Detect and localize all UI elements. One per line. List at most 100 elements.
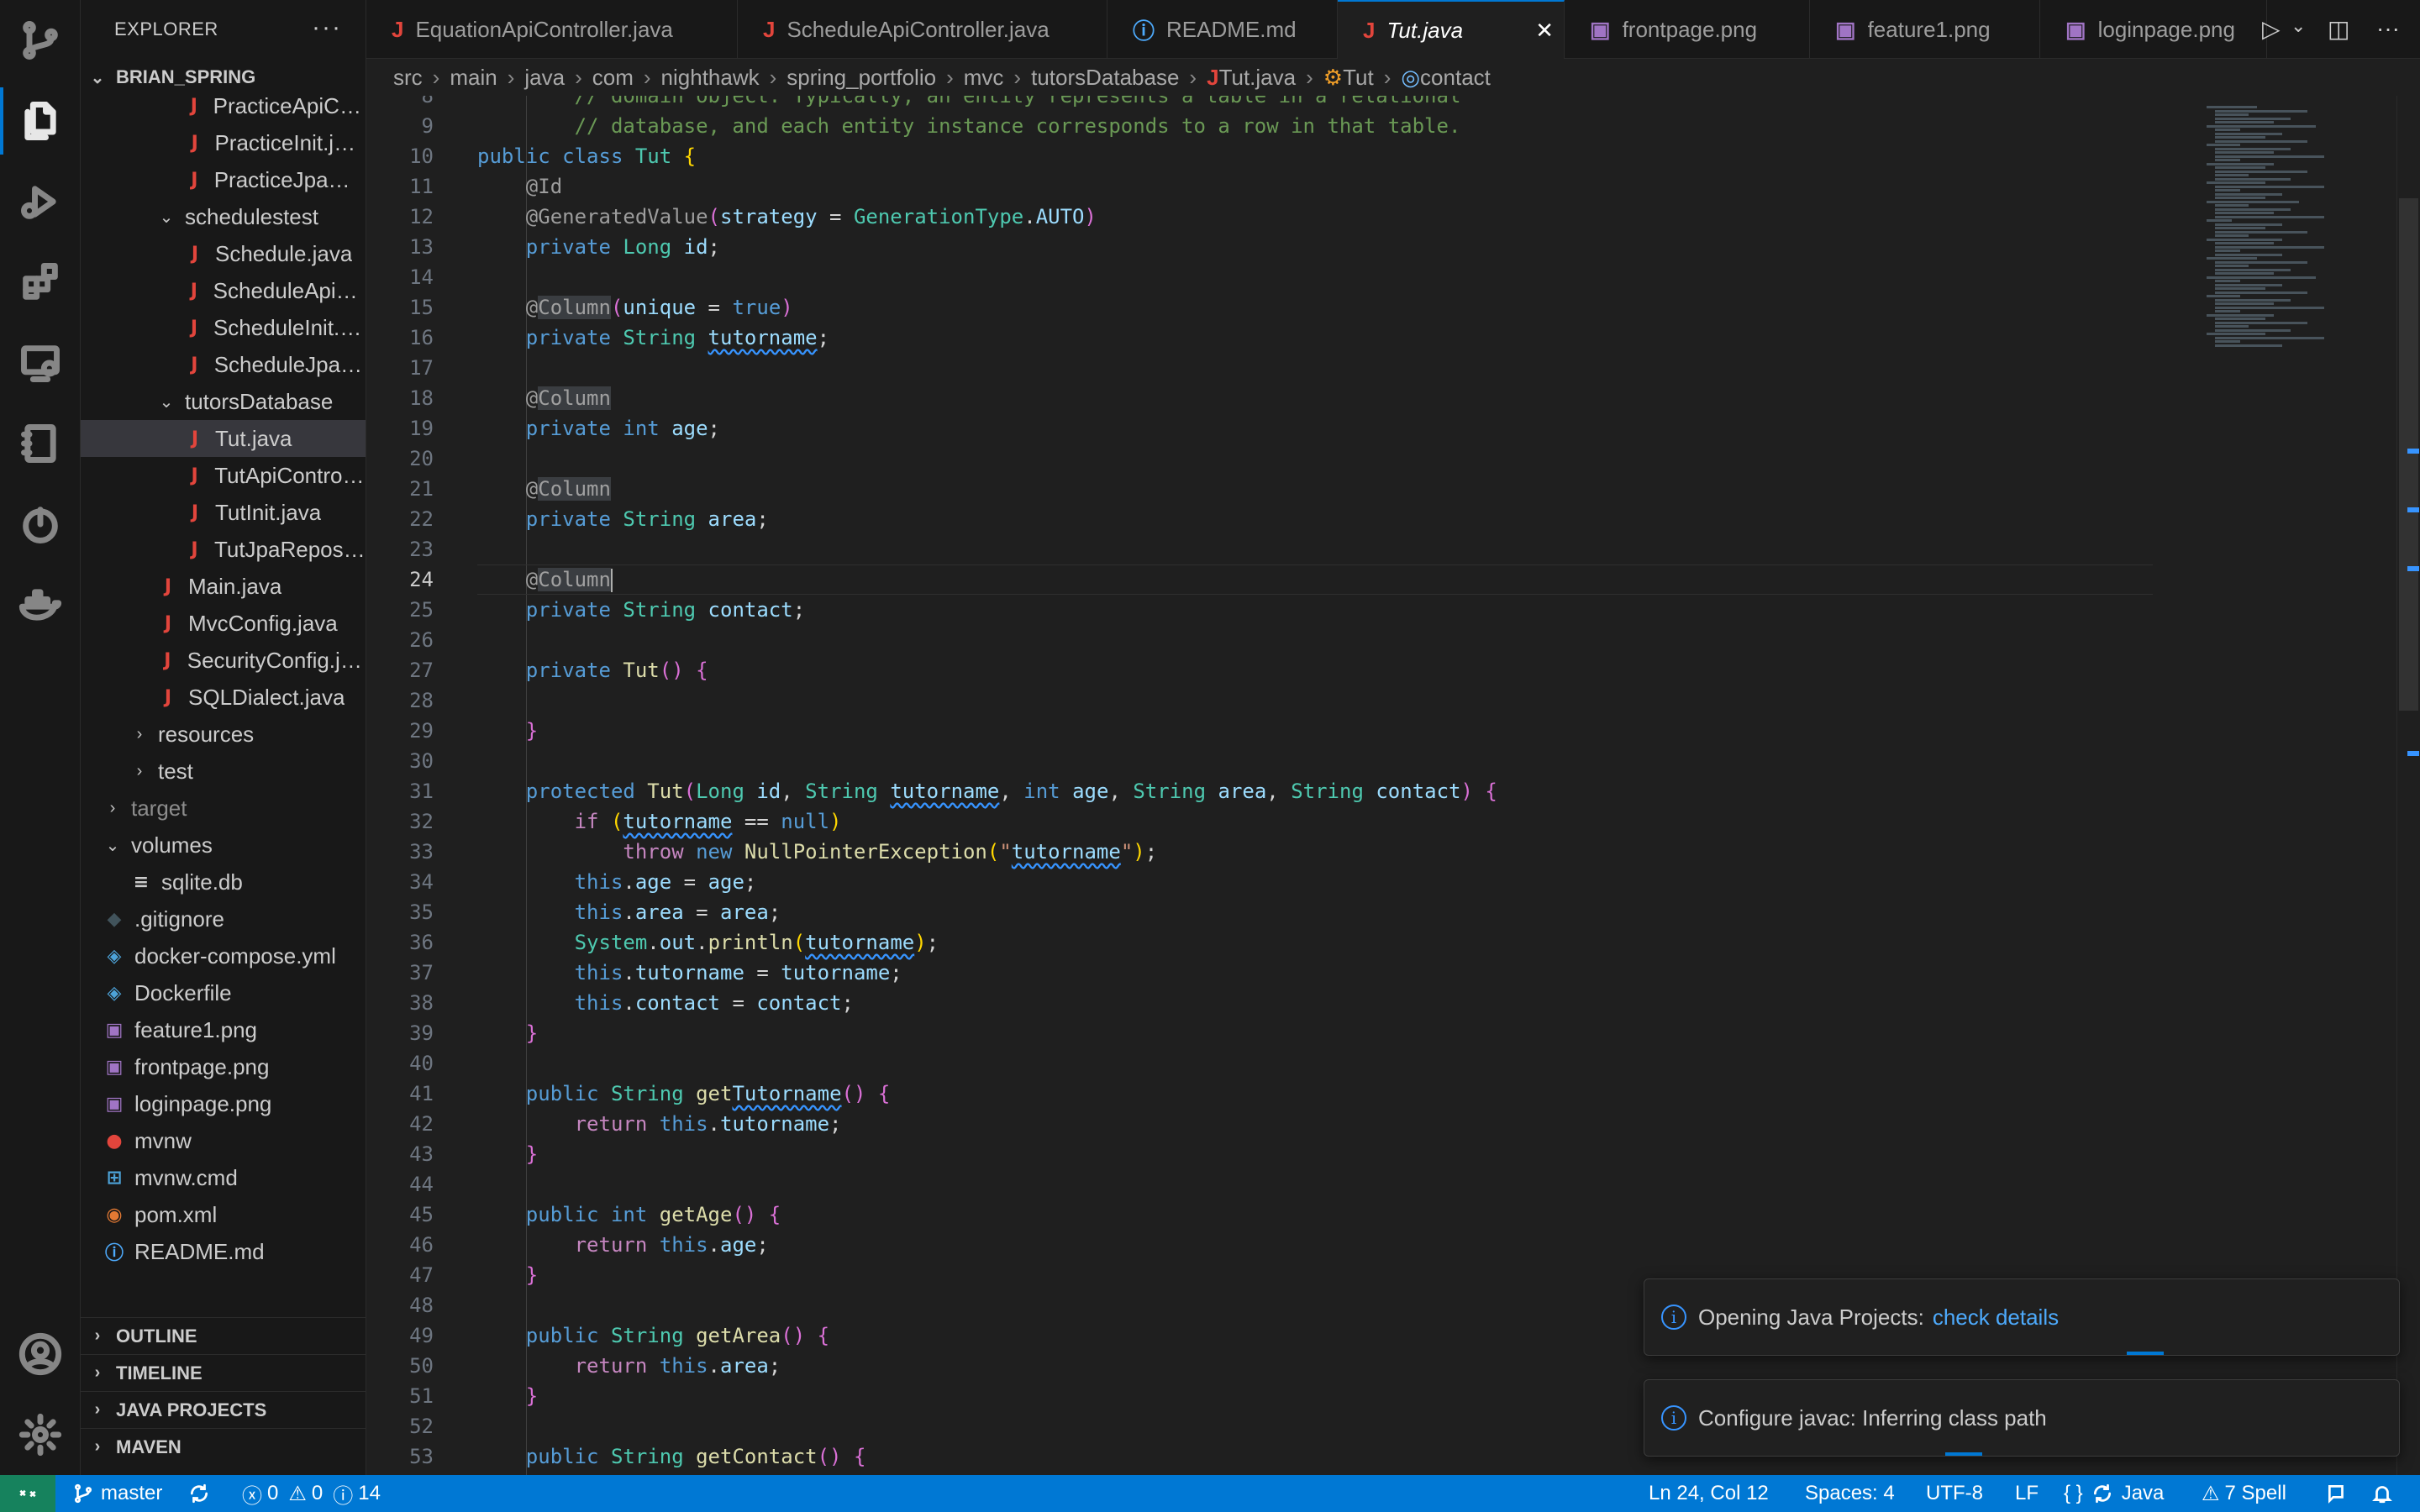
code-line[interactable]: 18 @Column [366, 383, 2195, 413]
file-tree-item[interactable]: J ScheduleJpaR... [81, 346, 366, 383]
file-tree-item[interactable]: J Main.java [81, 568, 366, 605]
split-editor-icon[interactable]: ◫ [2328, 15, 2349, 43]
code-line[interactable]: 24 @Column [366, 564, 2195, 595]
file-tree-item[interactable]: › resources [81, 716, 366, 753]
file-tree-item[interactable]: J ScheduleApiCo... [81, 272, 366, 309]
file-tree-item[interactable]: › target [81, 790, 366, 827]
code-line[interactable]: 26 [366, 625, 2195, 655]
problems-indicator[interactable]: ⓧ 0 ⚠ 0 ⓘ 14 [242, 1475, 381, 1512]
code-line[interactable]: 8 // domain object. Typically, an entity… [366, 96, 2195, 111]
file-tree-item[interactable]: ≡ sqlite.db [81, 864, 366, 900]
section-maven[interactable]: › MAVEN [81, 1428, 366, 1465]
breadcrumb-item[interactable]: com [592, 65, 634, 91]
file-tree-item[interactable]: J PracticeJpaRe... [81, 161, 366, 198]
sync-icon[interactable] [188, 1475, 210, 1512]
code-line[interactable]: 12 @GeneratedValue(strategy = Generation… [366, 202, 2195, 232]
cursor-position[interactable]: Ln 24, Col 12 [1649, 1475, 1769, 1512]
breadcrumb-item[interactable]: src [393, 65, 423, 91]
code-line[interactable]: 14 [366, 262, 2195, 292]
file-tree-item[interactable]: J TutInit.java [81, 494, 366, 531]
file-tree-item[interactable]: J TutJpaReposit... [81, 531, 366, 568]
file-tree-item[interactable]: ⌄ schedulestest [81, 198, 366, 235]
notification-javac[interactable]: i Configure javac: Inferring class path [1644, 1379, 2400, 1457]
file-tree-item[interactable]: ▣ frontpage.png [81, 1048, 366, 1085]
code-line[interactable]: 33 throw new NullPointerException("tutor… [366, 837, 2195, 867]
run-debug-icon[interactable] [0, 161, 81, 242]
code-line[interactable]: 19 private int age; [366, 413, 2195, 444]
code-line[interactable]: 43 } [366, 1139, 2195, 1169]
code-line[interactable]: 45 public int getAge() { [366, 1200, 2195, 1230]
tab-equationapicontroller-java[interactable]: J EquationApiController.java [366, 0, 738, 59]
file-tree-item[interactable]: ▣ feature1.png [81, 1011, 366, 1048]
remote-indicator[interactable] [0, 1475, 55, 1512]
code-line[interactable]: 15 @Column(unique = true) [366, 292, 2195, 323]
file-tree-item[interactable]: ◈ Dockerfile [81, 974, 366, 1011]
encoding[interactable]: UTF-8 [1926, 1475, 1983, 1512]
file-tree-item[interactable]: ◉ pom.xml [81, 1196, 366, 1233]
code-line[interactable]: 9 // database, and each entity instance … [366, 111, 2195, 141]
code-line[interactable]: 40 [366, 1048, 2195, 1079]
chevron-down-icon[interactable]: ⌄ [2291, 15, 2306, 37]
code-editor[interactable]: 8 // domain object. Typically, an entity… [366, 96, 2195, 1475]
code-line[interactable]: 25 private String contact; [366, 595, 2195, 625]
code-line[interactable]: 27 private Tut() { [366, 655, 2195, 685]
code-line[interactable]: 41 public String getTutorname() { [366, 1079, 2195, 1109]
tab-loginpage-png[interactable]: ▣ loginpage.png [2040, 0, 2267, 59]
more-actions-icon[interactable]: ··· [2376, 15, 2400, 42]
code-line[interactable]: 42 return this.tutorname; [366, 1109, 2195, 1139]
file-tree-item[interactable]: › test [81, 753, 366, 790]
branch-indicator[interactable]: master [72, 1475, 162, 1512]
spell-indicator[interactable]: ⚠ 7 Spell [2202, 1475, 2286, 1512]
file-tree-item[interactable]: ◈ docker-compose.yml [81, 937, 366, 974]
scrollbar-thumb[interactable] [2399, 198, 2418, 711]
code-line[interactable]: 11 @Id [366, 171, 2195, 202]
code-line[interactable]: 32 if (tutorname == null) [366, 806, 2195, 837]
breadcrumb-item[interactable]: spring_portfolio [786, 65, 936, 91]
breadcrumb-item[interactable]: mvc [964, 65, 1004, 91]
section-timeline[interactable]: › TIMELINE [81, 1354, 366, 1391]
manage-gear-icon[interactable] [0, 1394, 81, 1475]
spring-boot-icon[interactable] [0, 484, 81, 564]
code-line[interactable]: 30 [366, 746, 2195, 776]
file-tree-item[interactable]: J ScheduleInit.java [81, 309, 366, 346]
file-tree-item[interactable]: J SecurityConfig.java [81, 642, 366, 679]
code-line[interactable]: 36 System.out.println(tutorname); [366, 927, 2195, 958]
code-line[interactable]: 46 return this.age; [366, 1230, 2195, 1260]
breadcrumb-item[interactable]: main [450, 65, 497, 91]
tab-readme-md[interactable]: ⓘ README.md [1107, 0, 1338, 59]
file-tree-item[interactable]: J MvcConfig.java [81, 605, 366, 642]
code-line[interactable]: 20 [366, 444, 2195, 474]
file-tree-item[interactable]: ⌄ tutorsDatabase [81, 383, 366, 420]
notebook-icon[interactable] [0, 403, 81, 484]
file-tree-item[interactable]: J SQLDialect.java [81, 679, 366, 716]
code-line[interactable]: 38 this.contact = contact; [366, 988, 2195, 1018]
file-tree-item[interactable]: ⊞ mvnw.cmd [81, 1159, 366, 1196]
section-java-projects[interactable]: › JAVA PROJECTS [81, 1391, 366, 1428]
minimap[interactable] [2195, 96, 2396, 1475]
code-line[interactable]: 17 [366, 353, 2195, 383]
code-line[interactable]: 35 this.area = area; [366, 897, 2195, 927]
code-line[interactable]: 44 [366, 1169, 2195, 1200]
tab-feature1-png[interactable]: ▣ feature1.png [1810, 0, 2040, 59]
breadcrumb-item[interactable]: Tut.java [1219, 65, 1297, 91]
file-tree-item[interactable]: ▣ loginpage.png [81, 1085, 366, 1122]
file-tree-item[interactable]: J Schedule.java [81, 235, 366, 272]
breadcrumb-item[interactable]: tutorsDatabase [1031, 65, 1179, 91]
tab-scheduleapicontroller-java[interactable]: J ScheduleApiController.java [738, 0, 1107, 59]
feedback-icon[interactable] [2326, 1475, 2348, 1512]
file-tree-item[interactable]: J PracticeInit.java [81, 124, 366, 161]
code-line[interactable]: 28 [366, 685, 2195, 716]
remote-explorer-icon[interactable] [0, 323, 81, 403]
close-icon[interactable]: ✕ [1535, 18, 1554, 44]
code-line[interactable]: 37 this.tutorname = tutorname; [366, 958, 2195, 988]
code-line[interactable]: 22 private String area; [366, 504, 2195, 534]
section-outline[interactable]: › OUTLINE [81, 1317, 366, 1354]
language-indicator[interactable]: { } Java [2064, 1475, 2164, 1512]
end-of-line[interactable]: LF [2015, 1475, 2039, 1512]
code-line[interactable]: 13 private Long id; [366, 232, 2195, 262]
file-tree-item[interactable]: ● mvnw [81, 1122, 366, 1159]
more-actions-icon[interactable]: ··· [312, 13, 342, 42]
code-line[interactable]: 10 public class Tut { [366, 141, 2195, 171]
code-line[interactable]: 39 } [366, 1018, 2195, 1048]
breadcrumb-item[interactable]: nighthawk [661, 65, 760, 91]
